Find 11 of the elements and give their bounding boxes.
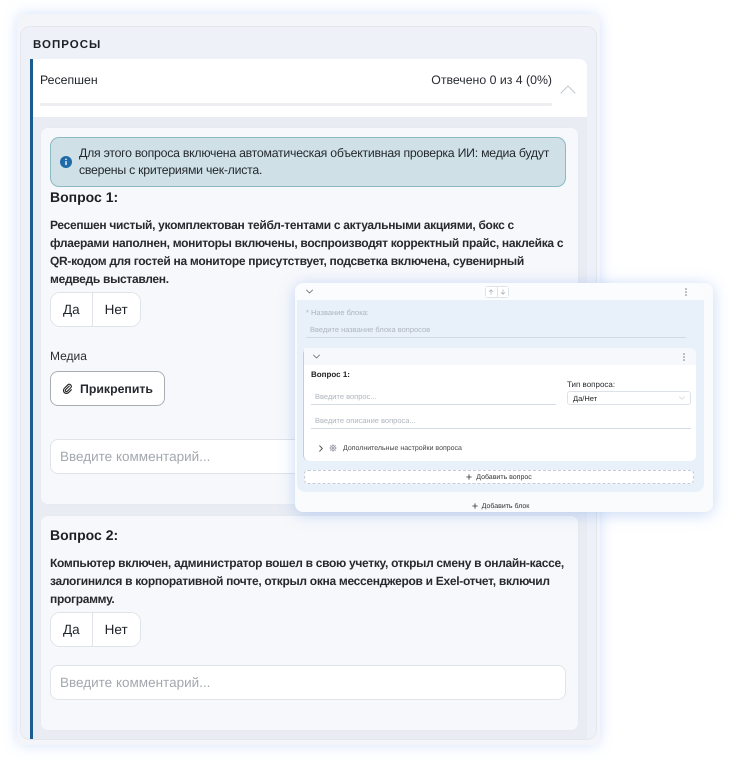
block-title: Ресепшен	[40, 72, 98, 88]
question-text: Ресепшен чистый, укомплектован тейбл-тентами с актуальными акциями, бокс с флаерами наполнен, мониторы включены, воспроизводят корректный прайс, наклейка с QR-кодом для гостей на мониторе присутствует, подсветка включена, сувенирный медведь выставлен.	[50, 217, 564, 288]
question-text: Компьютер включен, администратор вошел в свою учетку, открыл смену в онлайн-кассе, залогинился в корпоративной почте, открыл окна мессенджеров и Exel-отчет, включил программу.	[50, 555, 565, 608]
progress-text: Отвечено 0 из 4 (0%)	[431, 72, 552, 88]
media-label: Медиа	[50, 348, 87, 364]
section-title: ВОПРОСЫ	[32, 38, 102, 53]
question-title: Вопрос 1:	[50, 188, 118, 207]
question-title: Вопрос 2:	[50, 526, 118, 545]
info-text: Для этого вопроса включена автоматическая объективная проверка ИИ: медиа будут сверены с критериями чек-листа.	[79, 145, 550, 179]
question-title: Вопрос 1:	[311, 370, 351, 380]
question-type-label: Тип вопроса:	[567, 380, 616, 390]
